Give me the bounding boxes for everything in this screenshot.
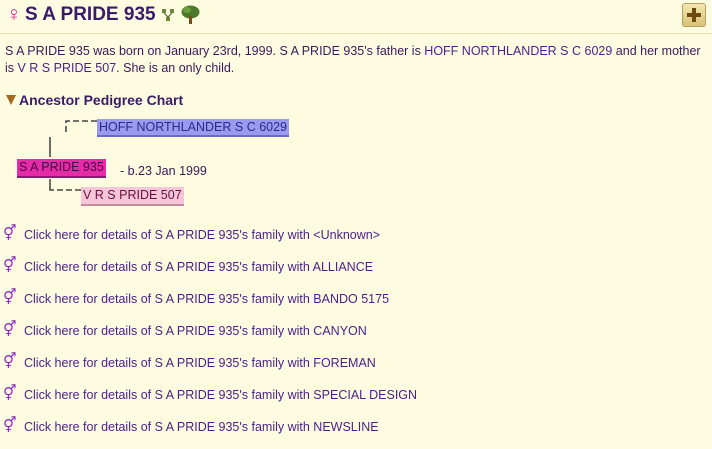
family-link-text[interactable]: Click here for details of S A PRIDE 935'… [24, 227, 380, 243]
pedigree-connector-lines [49, 120, 97, 191]
family-link-text[interactable]: Click here for details of S A PRIDE 935'… [24, 291, 389, 307]
pedigree-mother-box[interactable]: V R S PRIDE 507 [81, 187, 184, 206]
pedigree-father-box[interactable]: HOFF NORTHLANDER S C 6029 [97, 119, 290, 137]
male-female-icon: ⚥ [3, 385, 17, 402]
male-female-icon: ⚥ [3, 321, 17, 338]
pedigree-self-box: S A PRIDE 935 [17, 159, 106, 178]
birth-date: - b.23 Jan 1999 [120, 164, 207, 178]
family-link-text[interactable]: Click here for details of S A PRIDE 935'… [24, 323, 367, 339]
family-link-text[interactable]: Click here for details of S A PRIDE 935'… [24, 387, 417, 403]
family-link-text[interactable]: Click here for details of S A PRIDE 935'… [24, 419, 379, 435]
family-link-text[interactable]: Click here for details of S A PRIDE 935'… [24, 259, 373, 275]
family-link-text[interactable]: Click here for details of S A PRIDE 935'… [24, 355, 376, 371]
male-female-icon: ⚥ [3, 225, 17, 242]
male-female-icon: ⚥ [3, 289, 17, 306]
male-female-icon: ⚥ [3, 353, 17, 370]
male-female-icon: ⚥ [3, 257, 17, 274]
male-female-icon: ⚥ [3, 417, 17, 434]
